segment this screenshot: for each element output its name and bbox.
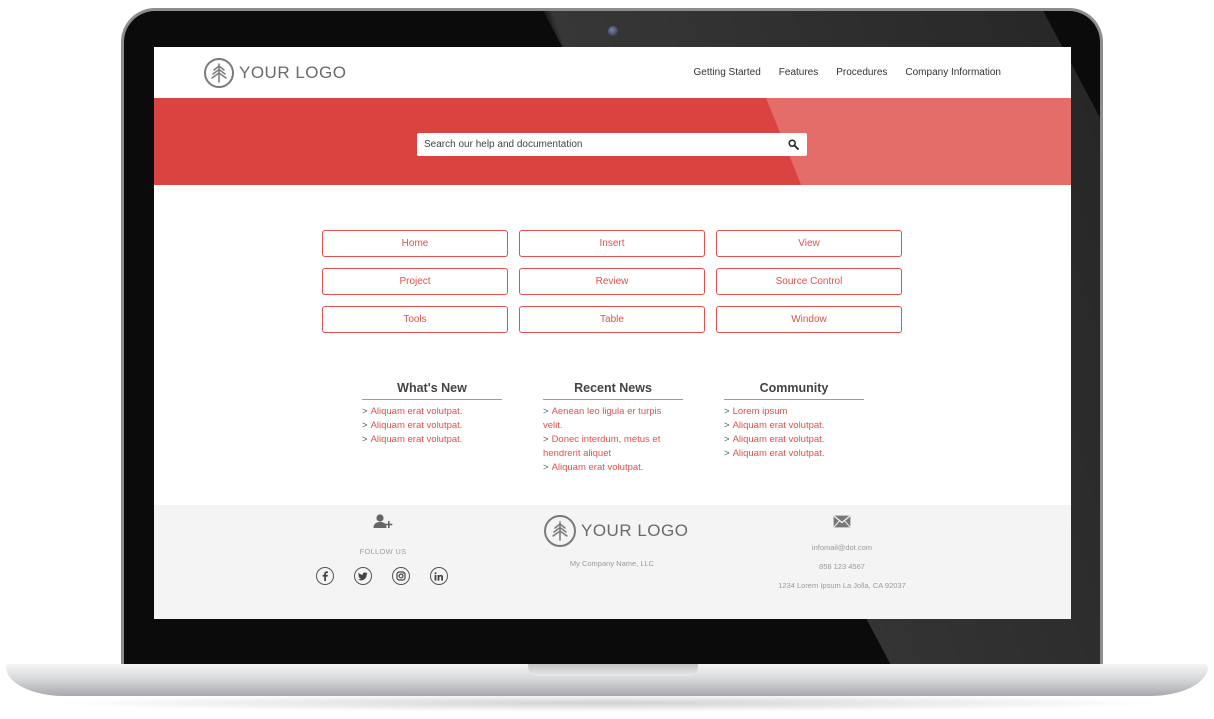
hero-banner bbox=[154, 98, 1071, 185]
chevron-right-icon: > bbox=[362, 406, 368, 417]
list-item[interactable]: > Aliquam erat volutpat. bbox=[724, 447, 864, 461]
site-header: YOUR LOGO Getting Started Features Proce… bbox=[154, 47, 1071, 98]
category-window-button[interactable]: Window bbox=[716, 306, 902, 333]
column-heading: Community bbox=[724, 381, 864, 400]
list-item[interactable]: > Lorem ipsum bbox=[724, 405, 864, 419]
list-item[interactable]: > Aliquam erat volutpat. bbox=[724, 433, 864, 447]
add-user-icon[interactable] bbox=[334, 513, 432, 533]
nav-getting-started[interactable]: Getting Started bbox=[694, 67, 761, 78]
chevron-right-icon: > bbox=[362, 420, 368, 431]
list-item[interactable]: > Aliquam erat volutpat. bbox=[724, 419, 864, 433]
column-heading: Recent News bbox=[543, 381, 683, 400]
list-item[interactable]: > Aliquam erat volutpat. bbox=[543, 461, 683, 475]
footer-logo[interactable]: YOUR LOGO bbox=[544, 515, 688, 547]
list-item[interactable]: > Aliquam erat volutpat. bbox=[362, 405, 502, 419]
logo-text: YOUR LOGO bbox=[581, 521, 689, 540]
chevron-right-icon: > bbox=[543, 462, 549, 473]
list-item[interactable]: > Aliquam erat volutpat. bbox=[362, 419, 502, 433]
facebook-icon[interactable] bbox=[316, 567, 334, 585]
category-review-button[interactable]: Review bbox=[519, 268, 705, 295]
main-nav: Getting Started Features Procedures Comp… bbox=[694, 67, 1001, 78]
category-source-control-button[interactable]: Source Control bbox=[716, 268, 902, 295]
whats-new-column: What's New > Aliquam erat volutpat. > Aliq… bbox=[362, 381, 502, 447]
chevron-right-icon: > bbox=[724, 406, 730, 417]
contact-phone: 858 123 4567 bbox=[819, 562, 865, 571]
tree-logo-icon bbox=[544, 515, 576, 547]
community-column: Community > Lorem ipsum > Aliquam erat vol… bbox=[724, 381, 864, 461]
nav-procedures[interactable]: Procedures bbox=[836, 67, 887, 78]
header-logo[interactable]: YOUR LOGO bbox=[204, 58, 346, 88]
chevron-right-icon: > bbox=[543, 406, 549, 417]
chevron-right-icon: > bbox=[543, 434, 549, 445]
nav-features[interactable]: Features bbox=[779, 67, 818, 78]
linkedin-icon[interactable] bbox=[430, 567, 448, 585]
category-home-button[interactable]: Home bbox=[322, 230, 508, 257]
list-item[interactable]: > Aenean leo ligula er turpis velit. bbox=[543, 405, 683, 433]
chevron-right-icon: > bbox=[724, 420, 730, 431]
category-tools-button[interactable]: Tools bbox=[322, 306, 508, 333]
browser-screen: YOUR LOGO Getting Started Features Proce… bbox=[154, 47, 1071, 619]
category-view-button[interactable]: View bbox=[716, 230, 902, 257]
chevron-right-icon: > bbox=[724, 434, 730, 445]
company-name: My Company Name, LLC bbox=[569, 559, 655, 568]
category-table-button[interactable]: Table bbox=[519, 306, 705, 333]
search-input[interactable] bbox=[424, 139, 786, 150]
site-footer: FOLLOW US YOUR LOGO My Company Name, LLC… bbox=[154, 505, 1071, 619]
mail-icon[interactable] bbox=[754, 515, 930, 531]
twitter-icon[interactable] bbox=[354, 567, 372, 585]
search-bar bbox=[417, 133, 807, 156]
category-project-button[interactable]: Project bbox=[322, 268, 508, 295]
search-icon[interactable] bbox=[786, 138, 800, 152]
webcam bbox=[608, 26, 618, 36]
laptop-frame: YOUR LOGO Getting Started Features Proce… bbox=[0, 0, 1214, 719]
contact-email[interactable]: infomail@dot.com bbox=[754, 543, 930, 552]
nav-company-information[interactable]: Company Information bbox=[905, 67, 1001, 78]
logo-text: YOUR LOGO bbox=[239, 63, 347, 82]
list-item[interactable]: > Donec interdum, metus et hendrerit aliq… bbox=[543, 433, 683, 461]
column-heading: What's New bbox=[362, 381, 502, 400]
contact-address: 1234 Lorem Ipsum La Jolla, CA 92037 bbox=[778, 581, 906, 590]
instagram-icon[interactable] bbox=[392, 567, 410, 585]
follow-us-section: FOLLOW US bbox=[334, 513, 432, 556]
list-item[interactable]: > Aliquam erat volutpat. bbox=[362, 433, 502, 447]
contact-section: infomail@dot.com 858 123 4567 1234 Lorem… bbox=[754, 515, 930, 590]
recent-news-column: Recent News > Aenean leo ligula er turpis… bbox=[543, 381, 683, 475]
chevron-right-icon: > bbox=[362, 434, 368, 445]
follow-us-label: FOLLOW US bbox=[359, 547, 407, 556]
tree-logo-icon bbox=[204, 58, 234, 88]
chevron-right-icon: > bbox=[724, 448, 730, 459]
link-columns: What's New > Aliquam erat volutpat. > Aliq… bbox=[362, 381, 882, 473]
category-insert-button[interactable]: Insert bbox=[519, 230, 705, 257]
category-grid: Home Insert View Project Review Source C… bbox=[322, 230, 902, 333]
social-links bbox=[316, 567, 448, 585]
laptop-base-notch bbox=[528, 664, 698, 676]
